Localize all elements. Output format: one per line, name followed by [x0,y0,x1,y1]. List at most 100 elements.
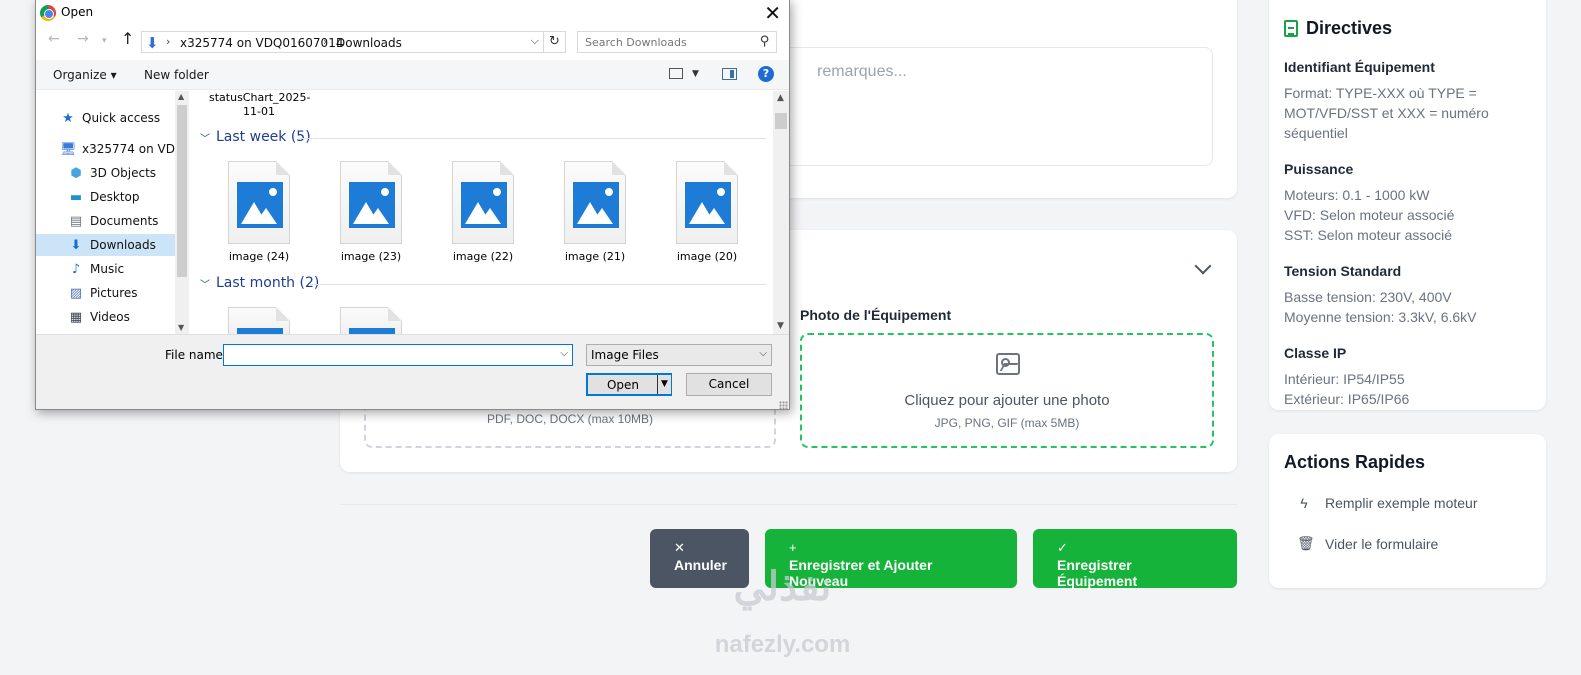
address-row: ← → ▾ ↑ ⬇ › x325774 on VDQ01607014 › Dow… [36,28,789,56]
document-hint: PDF, DOC, DOCX (max 10MB) [486,412,654,426]
file-item[interactable]: image (23) [321,161,421,263]
file-name: image (20) [676,250,738,263]
file-item[interactable] [321,307,421,334]
forward-arrow-icon[interactable]: → [77,31,89,47]
directive-section-title: Identifiant Équipement [1284,59,1435,75]
chevron-down-icon: ⌵ [759,348,767,359]
directive-line: SST: Selon moteur associé [1284,227,1453,243]
photo-section-title: Photo de l'Équipement [800,307,952,323]
scrollbar-thumb[interactable] [177,105,187,277]
scrollbar-thumb[interactable] [775,113,787,129]
file-name: image (24) [228,250,290,263]
new-folder-button[interactable]: New folder [144,68,209,82]
nav-item-label: Videos [90,310,130,324]
directive-line: Moyenne tension: 3.3kV, 6.6kV [1284,309,1477,325]
chevron-right-icon[interactable]: › [166,35,170,48]
pictures-icon: ▨ [69,285,83,301]
preview-pane-icon[interactable] [722,68,737,80]
directive-section-title: Puissance [1284,161,1354,177]
nav-item-label: Desktop [90,190,140,204]
clear-form-action[interactable]: 🗑 Vider le formulaire [1284,535,1531,552]
directive-line: Moteurs: 0.1 - 1000 kW [1284,187,1430,203]
nav-item-quick-access[interactable]: ★ Quick access [60,107,160,129]
scroll-up-icon[interactable]: ▲ [777,93,784,103]
nav-item-pictures[interactable]: ▨ Pictures [68,282,138,304]
nav-item-3d-objects[interactable]: ⬢ 3D Objects [68,162,156,184]
dialog-cancel-button[interactable]: Cancel [686,373,772,396]
view-options-icon[interactable] [669,68,683,79]
file-name-label: File name: [165,348,227,362]
file-item[interactable]: image (20) [657,161,757,263]
close-icon[interactable]: ✕ [764,1,781,25]
up-arrow-icon[interactable]: ↑ [121,29,134,48]
nav-item-label: Documents [90,214,159,228]
dialog-footer: File name: ⌵ Image Files ⌵ Open ▼ Cancel [36,334,789,409]
download-icon: ⬇ [146,34,159,52]
file-item[interactable]: image (21) [545,161,645,263]
download-icon: ⬇ [70,237,82,253]
image-file-icon [228,307,290,334]
chevron-down-icon: ﹀ [200,279,210,291]
group-header[interactable]: ﹀ Last week (5) [200,129,317,145]
file-name[interactable]: statusChart_2025-11-01 [209,91,311,119]
group-header[interactable]: ﹀ Last month (2) [200,275,325,291]
chevron-down-icon[interactable]: ▼ [692,69,699,79]
address-bar[interactable]: ⬇ › x325774 on VDQ01607014 › Downloads ⌵ [141,31,544,53]
search-box[interactable]: ⚲ [577,31,777,53]
open-button-label: Open [606,378,640,392]
image-file-icon [676,161,738,244]
scroll-up-icon[interactable]: ▲ [178,92,184,101]
file-item[interactable]: image (22) [433,161,533,263]
file-item[interactable]: image (24) [209,161,309,263]
nav-item-music[interactable]: ♪ Music [68,258,124,280]
nav-item-computer[interactable]: 🖥 x325774 on VDQ01607014 [60,138,189,160]
star-icon: ★ [62,110,74,126]
fill-example-action[interactable]: ϟ Remplir exemple moteur [1284,495,1531,511]
navigation-scrollbar[interactable]: ▲ ▼ [175,91,189,334]
nav-item-label: Pictures [90,286,138,300]
quick-actions-title: Actions Rapides [1284,452,1426,472]
chevron-down-icon[interactable]: ⌵ [560,348,568,359]
chevron-down-icon[interactable]: ⌵ [531,34,539,48]
directive-line: Basse tension: 230V, 400V [1284,289,1452,305]
action-label: Vider le formulaire [1325,535,1439,552]
refresh-icon[interactable]: ↻ [544,31,566,53]
file-name-combobox[interactable]: ⌵ [223,344,573,366]
chevron-right-icon[interactable]: › [323,35,327,48]
documents-icon: ▤ [69,213,83,229]
file-item[interactable] [209,307,309,334]
file-type-select[interactable]: Image Files ⌵ [586,344,772,366]
chevron-down-icon: ﹀ [200,133,210,145]
image-file-icon [452,161,514,244]
resize-grip-icon[interactable] [779,401,788,409]
search-input[interactable] [585,33,755,51]
file-name-input[interactable] [228,346,548,364]
nav-item-documents[interactable]: ▤ Documents [68,210,159,232]
file-list-scrollbar[interactable]: ▲ ▼ [773,91,789,334]
image-file-icon [228,161,290,244]
nav-item-downloads[interactable]: ⬇ Downloads [36,234,175,256]
organize-menu[interactable]: Organize ▾ [53,68,117,82]
breadcrumb-segment[interactable]: x325774 on VDQ01607014 [180,36,343,50]
recent-locations-icon[interactable]: ▾ [102,36,107,46]
help-icon[interactable]: ? [758,66,774,82]
close-icon: ✕ [674,540,685,555]
open-options-icon[interactable]: ▼ [657,375,671,394]
directives-title: Directives [1306,18,1393,38]
nav-item-desktop[interactable]: ▬ Desktop [68,186,140,208]
directive-section-title: Tension Standard [1284,263,1402,279]
scroll-down-icon[interactable]: ▼ [178,323,184,332]
photo-dropzone[interactable]: Cliquez pour ajouter une photo JPG, PNG,… [800,333,1214,448]
chevron-down-icon[interactable] [1194,257,1212,275]
save-equipment-button[interactable]: ✓ Enregistrer Équipement [1033,529,1237,589]
group-divider [310,284,766,285]
nav-item-videos[interactable]: ▦ Videos [68,306,130,328]
dialog-titlebar[interactable]: Open ✕ [36,0,789,26]
group-divider [300,138,766,139]
back-arrow-icon[interactable]: ← [48,31,60,47]
breadcrumb-segment[interactable]: Downloads [336,36,402,50]
nav-item-label: 3D Objects [90,166,157,180]
cube-icon: ⬢ [70,165,82,181]
scroll-down-icon[interactable]: ▼ [777,321,784,331]
open-button[interactable]: Open ▼ [586,373,672,396]
